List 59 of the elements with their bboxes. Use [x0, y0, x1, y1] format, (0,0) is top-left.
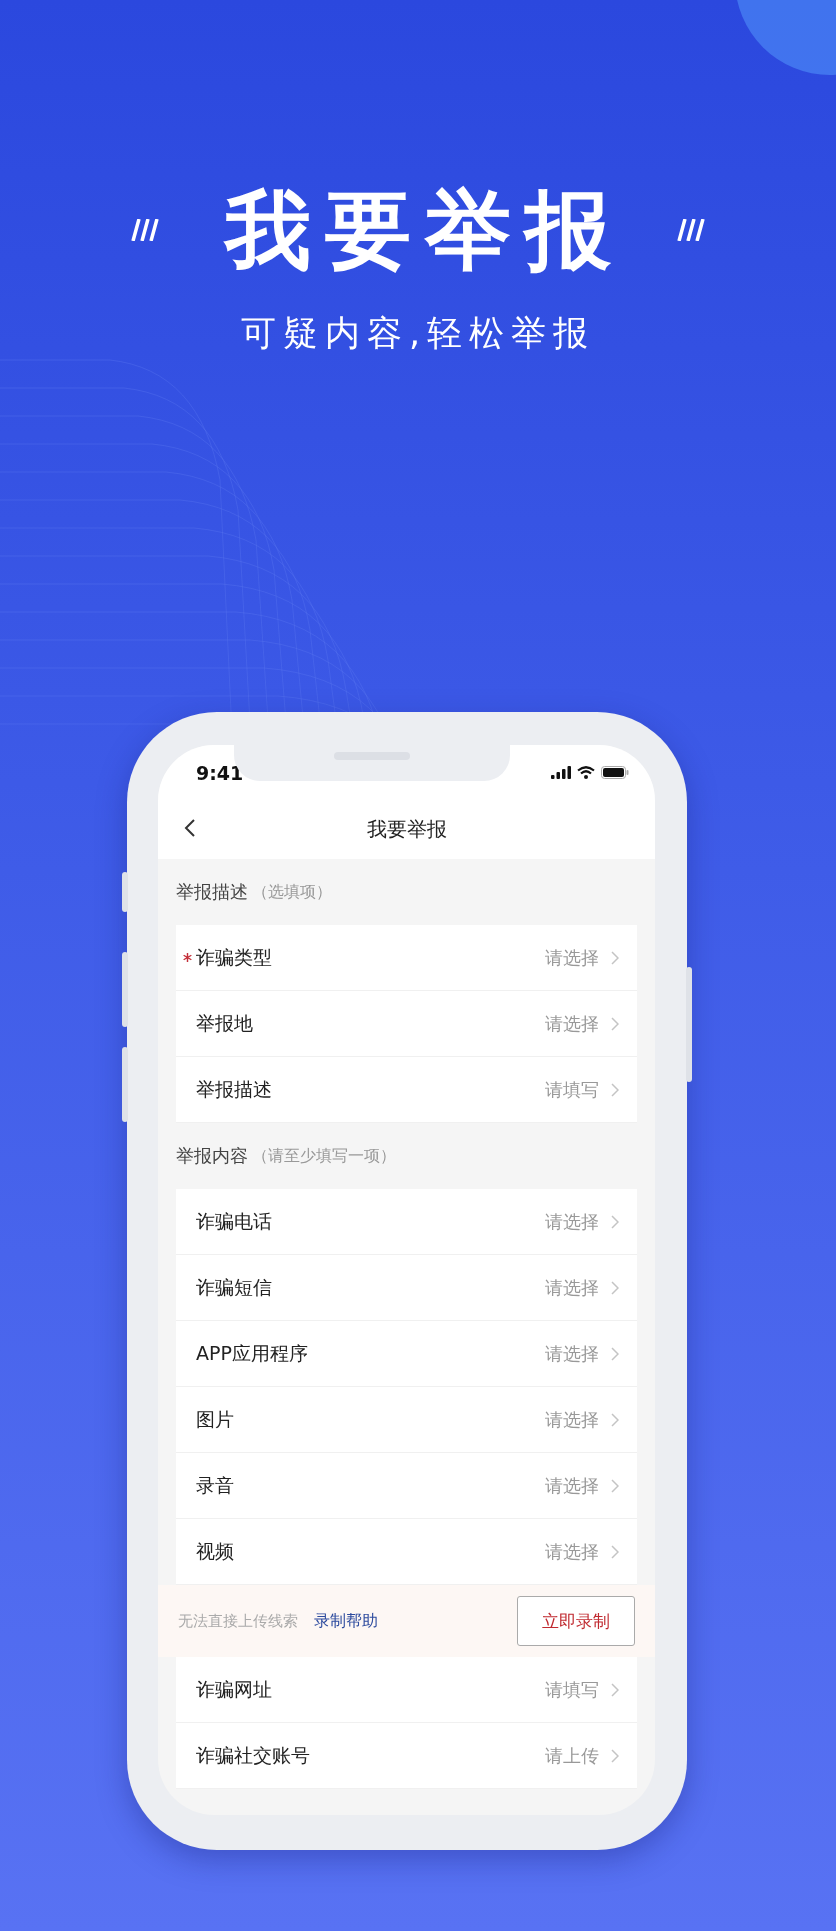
form-row[interactable]: 诈骗电话 请选择	[176, 1189, 637, 1255]
chevron-right-icon	[611, 1544, 619, 1559]
row-placeholder: 请选择	[545, 1341, 599, 1366]
required-mark-icon	[183, 953, 192, 962]
chevron-right-icon	[611, 1214, 619, 1229]
battery-icon	[601, 766, 629, 779]
row-placeholder: 请选择	[545, 1473, 599, 1498]
form-row[interactable]: 图片 请选择	[176, 1387, 637, 1453]
record-button[interactable]: 立即录制	[517, 1596, 635, 1646]
form-row[interactable]: 诈骗网址 请填写	[176, 1657, 637, 1723]
section-note: （请至少填写一项）	[252, 1145, 396, 1167]
section-title: 举报描述	[176, 880, 248, 904]
row-label: 诈骗网址	[196, 1676, 273, 1702]
row-label: 视频	[196, 1538, 235, 1564]
form-row[interactable]: 举报描述 请填写	[176, 1057, 637, 1123]
row-placeholder: 请选择	[545, 1209, 599, 1234]
row-label: 诈骗短信	[196, 1274, 273, 1300]
back-chevron-icon	[184, 818, 196, 838]
row-placeholder: 请选择	[545, 1539, 599, 1564]
chevron-right-icon	[611, 1748, 619, 1763]
row-placeholder: 请上传	[545, 1743, 599, 1768]
help-link[interactable]: 录制帮助	[314, 1610, 517, 1632]
form-row[interactable]: 诈骗社交账号 请上传	[176, 1723, 637, 1789]
subtitle: 可疑内容,轻松举报	[240, 312, 596, 355]
row-placeholder: 请选择	[545, 1011, 599, 1036]
row-placeholder: 请填写	[545, 1677, 599, 1702]
chevron-right-icon	[611, 950, 619, 965]
signal-icon	[551, 766, 571, 779]
row-placeholder: 请选择	[545, 945, 599, 970]
row-label: APP应用程序	[196, 1340, 309, 1366]
form-row[interactable]: 举报地 请选择	[176, 991, 637, 1057]
form-row[interactable]: 录音 请选择	[176, 1453, 637, 1519]
chevron-right-icon	[611, 1682, 619, 1697]
row-label: 举报描述	[196, 1076, 273, 1102]
section-title: 举报内容	[176, 1144, 248, 1168]
row-label: 诈骗社交账号	[196, 1742, 311, 1768]
hint-text: 无法直接上传线索	[178, 1611, 298, 1631]
form-row[interactable]: 诈骗短信 请选择	[176, 1255, 637, 1321]
page-title: 我要举报	[366, 816, 447, 843]
row-label: 录音	[196, 1472, 235, 1498]
chevron-right-icon	[611, 1478, 619, 1493]
row-placeholder: 请选择	[545, 1407, 599, 1432]
wifi-icon	[577, 766, 595, 779]
headline: 我要举报	[225, 180, 625, 280]
chevron-right-icon	[611, 1082, 619, 1097]
row-placeholder: 请选择	[545, 1275, 599, 1300]
row-label: 诈骗类型	[196, 944, 273, 970]
section-note: （选填项）	[252, 881, 332, 903]
chevron-right-icon	[611, 1280, 619, 1295]
row-label: 举报地	[196, 1010, 254, 1036]
chevron-right-icon	[611, 1346, 619, 1361]
chevron-right-icon	[611, 1016, 619, 1031]
status-time: 9:41	[196, 761, 244, 784]
chevron-right-icon	[611, 1412, 619, 1427]
form-row[interactable]: APP应用程序 请选择	[176, 1321, 637, 1387]
row-placeholder: 请填写	[545, 1077, 599, 1102]
row-label: 图片	[196, 1406, 235, 1432]
row-label: 诈骗电话	[196, 1208, 273, 1234]
form-row[interactable]: 诈骗类型 请选择	[176, 925, 637, 991]
